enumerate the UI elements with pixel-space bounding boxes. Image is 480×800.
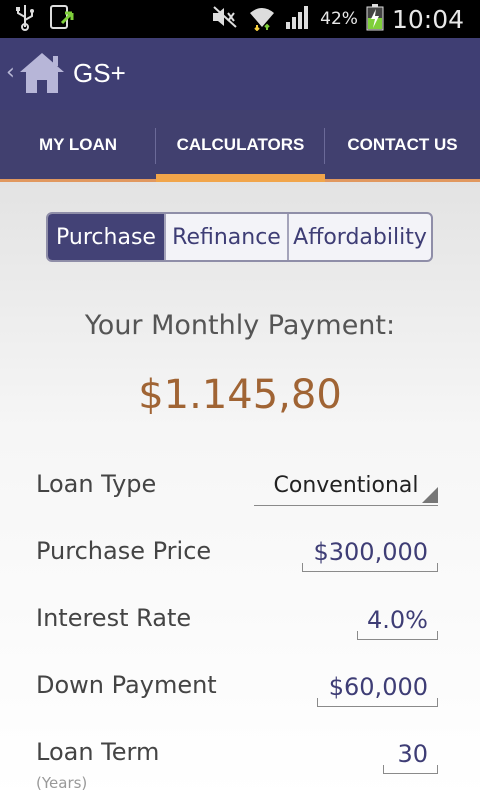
down-payment-field[interactable]: $60,000: [317, 667, 438, 707]
update-icon: [48, 3, 78, 35]
usb-icon: [14, 3, 36, 35]
tab-bar: MY LOAN CALCULATORS CONTACT US: [0, 110, 480, 182]
wifi-icon: [248, 3, 276, 35]
mode-affordability[interactable]: Affordability: [289, 214, 431, 260]
down-payment-value: $60,000: [328, 672, 428, 701]
status-bar-left-icons: [14, 4, 78, 34]
app-bar: ‹ GS+: [0, 38, 480, 110]
loan-term-label: Loan Term: [36, 738, 160, 766]
monthly-payment-value: $1.145,80: [138, 372, 342, 418]
tab-label: CALCULATORS: [176, 134, 305, 154]
loan-term-sub-label: (Years): [36, 774, 88, 792]
loan-term-field[interactable]: 30: [383, 734, 438, 774]
loan-type-value: Conventional: [273, 473, 419, 498]
loan-term-value: 30: [397, 739, 428, 768]
app-title: GS+: [73, 58, 126, 88]
interest-rate-value: 4.0%: [367, 605, 428, 634]
purchase-price-value: $300,000: [313, 537, 428, 566]
battery-charging-icon: [366, 3, 384, 35]
interest-rate-field[interactable]: 4.0%: [357, 600, 438, 640]
tab-contact-us[interactable]: CONTACT US: [325, 110, 480, 179]
tab-calculators[interactable]: CALCULATORS: [156, 110, 325, 182]
purchase-price-label: Purchase Price: [36, 537, 212, 565]
calculator-panel: Purchase Refinance Affordability Your Mo…: [0, 182, 480, 800]
signal-icon: [284, 4, 312, 34]
battery-percent: 42%: [320, 9, 358, 29]
loan-type-select[interactable]: Conventional: [254, 466, 438, 506]
mode-refinance[interactable]: Refinance: [166, 214, 289, 260]
mute-icon: [210, 5, 240, 33]
dropdown-triangle-icon: [422, 487, 438, 503]
home-icon[interactable]: [16, 50, 68, 100]
interest-rate-label: Interest Rate: [36, 604, 192, 632]
status-bar-right: 42% 10:04: [210, 0, 464, 38]
back-chevron-icon[interactable]: ‹: [6, 60, 15, 85]
tab-label: MY LOAN: [38, 134, 118, 154]
mode-purchase[interactable]: Purchase: [48, 214, 166, 260]
tab-my-loan[interactable]: MY LOAN: [0, 110, 156, 179]
down-payment-label: Down Payment: [36, 671, 217, 699]
status-bar: 42% 10:04: [0, 0, 480, 38]
loan-type-label: Loan Type: [36, 470, 157, 498]
calculator-mode-selector: Purchase Refinance Affordability: [46, 212, 433, 262]
clock: 10:04: [391, 4, 464, 34]
purchase-price-field[interactable]: $300,000: [302, 532, 438, 572]
monthly-payment-label: Your Monthly Payment:: [84, 310, 396, 341]
tab-label: CONTACT US: [347, 134, 458, 154]
